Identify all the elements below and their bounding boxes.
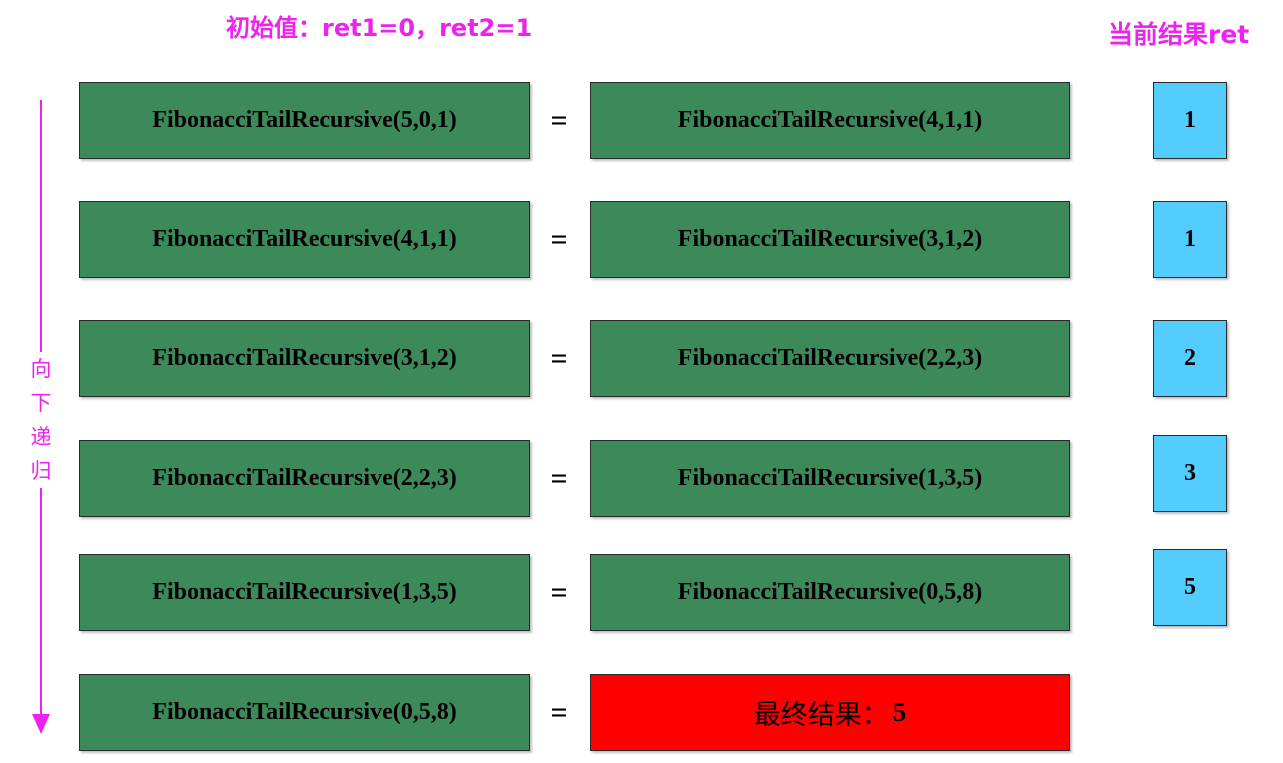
call-box-left: FibonacciTailRecursive(3,1,2) — [79, 320, 530, 397]
call-box-left: FibonacciTailRecursive(5,0,1) — [79, 82, 530, 159]
equals-sign: = — [550, 461, 568, 495]
call-box-right: FibonacciTailRecursive(4,1,1) — [590, 82, 1070, 159]
final-result-label: 最终结果： — [753, 700, 889, 731]
recursion-direction-label: 向 下 递 归 — [26, 352, 56, 488]
ret-value-box: 3 — [1153, 435, 1227, 512]
ret-value-box: 5 — [1153, 549, 1227, 626]
ret-value-box: 1 — [1153, 82, 1227, 159]
call-box-right: FibonacciTailRecursive(3,1,2) — [590, 201, 1070, 278]
final-result-value: 5 — [892, 697, 907, 727]
call-box-right: FibonacciTailRecursive(0,5,8) — [590, 554, 1070, 631]
call-box-left: FibonacciTailRecursive(4,1,1) — [79, 201, 530, 278]
equals-sign: = — [550, 103, 568, 137]
call-box-left: FibonacciTailRecursive(2,2,3) — [79, 440, 530, 517]
direction-char: 向 — [30, 357, 52, 381]
equals-sign: = — [550, 341, 568, 375]
call-box-left: FibonacciTailRecursive(0,5,8) — [79, 674, 530, 751]
equals-sign: = — [550, 695, 568, 729]
direction-char: 递 — [30, 425, 52, 449]
current-result-title: 当前结果ret — [1108, 20, 1250, 49]
call-box-right: FibonacciTailRecursive(1,3,5) — [590, 440, 1070, 517]
final-result-box: 最终结果： 5 — [590, 674, 1070, 751]
call-box-left: FibonacciTailRecursive(1,3,5) — [79, 554, 530, 631]
direction-char: 归 — [30, 459, 52, 483]
equals-sign: = — [550, 222, 568, 256]
direction-char: 下 — [30, 391, 52, 415]
initial-values-label: 初始值：ret1=0，ret2=1 — [226, 14, 533, 42]
ret-value-box: 1 — [1153, 201, 1227, 278]
call-box-right: FibonacciTailRecursive(2,2,3) — [590, 320, 1070, 397]
equals-sign: = — [550, 575, 568, 609]
ret-value-box: 2 — [1153, 320, 1227, 397]
